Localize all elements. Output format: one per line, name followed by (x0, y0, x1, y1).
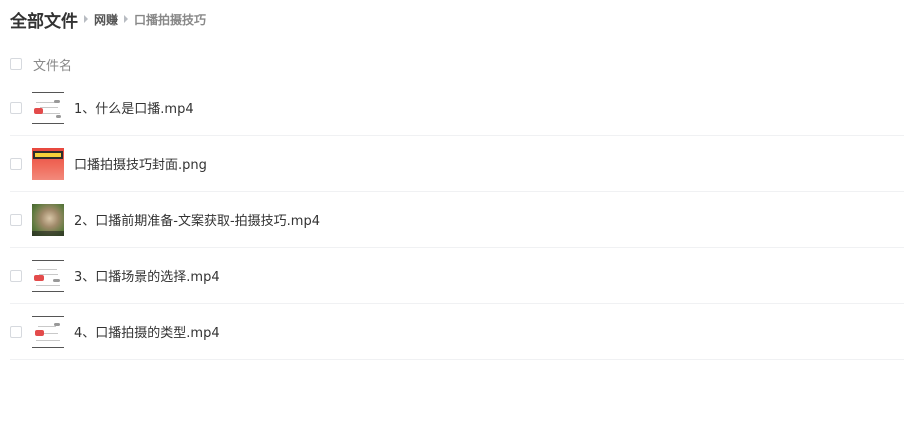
image-thumbnail-icon (32, 147, 64, 180)
select-all-checkbox[interactable] (10, 58, 22, 70)
video-thumbnail-icon (32, 315, 64, 348)
video-thumbnail-icon (32, 203, 64, 236)
file-name[interactable]: 1、什么是口播.mp4 (74, 98, 194, 117)
file-row[interactable]: 1、什么是口播.mp4 (10, 80, 904, 136)
file-row[interactable]: 口播拍摄技巧封面.png (10, 136, 904, 192)
file-row[interactable]: 3、口播场景的选择.mp4 (10, 248, 904, 304)
file-name[interactable]: 2、口播前期准备-文案获取-拍摄技巧.mp4 (74, 210, 320, 229)
video-thumbnail-icon (32, 91, 64, 124)
breadcrumb-all-files[interactable]: 全部文件 (10, 7, 78, 32)
breadcrumb: 全部文件 网赚 口播拍摄技巧 (10, 7, 207, 32)
file-row[interactable]: 4、口播拍摄的类型.mp4 (10, 304, 904, 360)
file-checkbox[interactable] (10, 325, 22, 338)
breadcrumb-separator-icon (124, 15, 129, 23)
file-checkbox[interactable] (10, 157, 22, 170)
breadcrumb-separator-icon (84, 15, 88, 23)
file-name[interactable]: 4、口播拍摄的类型.mp4 (74, 322, 220, 341)
file-checkbox[interactable] (10, 213, 22, 226)
file-name[interactable]: 口播拍摄技巧封面.png (74, 154, 207, 173)
list-header: 文件名 (10, 52, 904, 76)
file-name[interactable]: 3、口播场景的选择.mp4 (74, 266, 220, 285)
video-thumbnail-icon (32, 259, 64, 292)
file-row[interactable]: 2、口播前期准备-文案获取-拍摄技巧.mp4 (10, 192, 904, 248)
column-header-filename[interactable]: 文件名 (33, 55, 72, 74)
file-browser: 全部文件 网赚 口播拍摄技巧 文件名 1、什么是口播.mp4 口播拍摄技巧封面.… (0, 0, 904, 422)
breadcrumb-current-folder: 口播拍摄技巧 (134, 12, 207, 27)
file-checkbox[interactable] (10, 101, 22, 114)
breadcrumb-folder-wangzhuan[interactable]: 网赚 (94, 11, 118, 28)
file-list: 1、什么是口播.mp4 口播拍摄技巧封面.png 2、口播前期准备-文案获取-拍… (10, 80, 904, 360)
file-checkbox[interactable] (10, 269, 22, 282)
